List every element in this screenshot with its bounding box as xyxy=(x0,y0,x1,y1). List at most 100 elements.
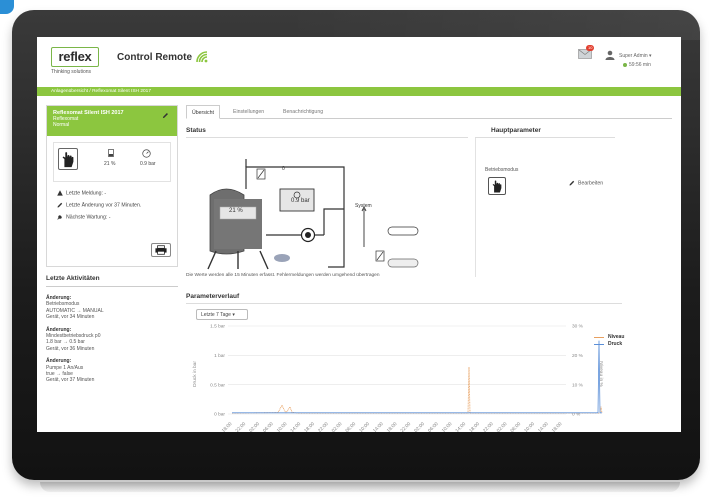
activities-divider xyxy=(46,286,178,287)
activity-line: Gerät, vor 37 Minuten xyxy=(46,377,95,384)
corner-accent xyxy=(0,0,14,14)
user-icon[interactable] xyxy=(605,50,615,60)
printer-icon xyxy=(155,245,167,255)
x-tick-label: 14:00 xyxy=(289,421,302,432)
tab-bar: Übersicht Einstellungen Benachrichtigung xyxy=(186,105,672,119)
y-tick-label-right: 10 % xyxy=(572,382,584,388)
bezel-glare xyxy=(280,10,700,40)
operating-mode-label: Betriebsmodus xyxy=(485,167,519,173)
wrench-icon xyxy=(57,215,62,220)
pressure-gauge-icon xyxy=(142,149,151,158)
diagram-pressure-value: 0.9 bar xyxy=(291,198,310,204)
tab-settings[interactable]: Einstellungen xyxy=(228,105,269,119)
range-select[interactable]: Letzte 7 Tage ▾ xyxy=(196,309,248,320)
brand-logo[interactable]: reflex xyxy=(51,47,99,67)
legend-swatch xyxy=(594,344,604,345)
parameter-history-title: Parameterverlauf xyxy=(186,293,240,300)
last-message-text: Letzte Meldung: - xyxy=(66,190,107,197)
legend-label: Druck xyxy=(608,341,623,347)
next-maintenance-line: Nächste Wartung: - xyxy=(57,214,111,220)
tank-level-icon xyxy=(108,149,114,157)
x-tick-label: 06:00 xyxy=(509,421,522,432)
valve-value: 0 xyxy=(282,166,285,172)
x-tick-label: 22:00 xyxy=(234,421,247,432)
y-tick-label-left: 0.5 bar xyxy=(210,382,225,388)
x-tick-label: 22:00 xyxy=(399,421,412,432)
device-readings: 21 % 0.9 bar xyxy=(53,142,171,182)
y-tick-label-left: 0 bar xyxy=(214,412,225,418)
next-maintenance-text: Nächste Wartung: - xyxy=(66,214,111,221)
vessel-legs xyxy=(207,250,269,270)
y-tick-label-left: 1 bar xyxy=(214,353,225,359)
tab-overview[interactable]: Übersicht xyxy=(186,105,220,119)
device-card-header: Reflexomat Silent ISH 2017 Reflexomat No… xyxy=(47,106,177,136)
main-params-title: Hauptparameter xyxy=(491,127,541,134)
legend-item-niveau[interactable]: Niveau xyxy=(594,334,624,341)
x-tick-label: 14:00 xyxy=(454,421,467,432)
user-menu[interactable]: Super Admin ▾ xyxy=(619,53,652,59)
series-line-niveau xyxy=(231,367,603,414)
diagram-level-value: 21 % xyxy=(229,208,243,214)
tablet-shadow xyxy=(40,482,680,492)
pencil-icon[interactable] xyxy=(162,112,169,119)
system-label: System xyxy=(355,203,372,209)
main-params-divider xyxy=(475,137,615,138)
last-change-text: Letzte Änderung vor 37 Minuten. xyxy=(66,202,142,209)
activity-line: Gerät, vor 36 Minuten xyxy=(46,345,95,352)
signal-icon xyxy=(196,51,208,63)
y-tick-label-left: 1.5 bar xyxy=(210,324,225,330)
list-item: Änderung: Betriebsmodus AUTOMATIC → MANU… xyxy=(46,295,178,321)
y-axis-label-left: Druck in bar xyxy=(192,361,198,387)
pencil-icon xyxy=(569,180,575,186)
x-tick-label: 22:00 xyxy=(482,421,495,432)
session-timer: 59:56 min xyxy=(623,62,651,68)
x-tick-label: 18:00 xyxy=(551,421,564,432)
params-separator xyxy=(475,137,476,277)
list-item: Änderung: Mindestbetriebsdruck p0 1.8 ba… xyxy=(46,327,178,353)
pressure-value: 0.9 bar xyxy=(140,161,156,167)
edit-button[interactable]: Bearbeiten xyxy=(569,180,603,186)
legend-item-druck[interactable]: Druck xyxy=(594,341,624,348)
capsule-bottom xyxy=(387,258,419,268)
print-button[interactable] xyxy=(151,243,171,257)
list-item: Änderung: Pumpe 1 An/Aus true → false Ge… xyxy=(46,358,178,384)
x-tick-label: 18:00 xyxy=(303,421,316,432)
device-mockup: reflex Thinking solutions Control Remote… xyxy=(0,0,710,498)
y-tick-label-right: 20 % xyxy=(572,353,584,359)
last-message-line: Letzte Meldung: - xyxy=(57,190,106,196)
x-tick-label: 02:00 xyxy=(331,421,344,432)
warning-icon xyxy=(57,190,63,196)
operating-mode-button[interactable] xyxy=(488,177,506,195)
x-tick-label: 10:00 xyxy=(358,421,371,432)
legend-label: Niveau xyxy=(608,334,625,340)
activities-title: Letzte Aktivitäten xyxy=(46,275,100,282)
status-divider xyxy=(186,137,468,138)
legend-swatch xyxy=(594,337,604,338)
operating-mode-button[interactable] xyxy=(58,148,78,170)
edit-label: Bearbeiten xyxy=(578,180,604,187)
status-title: Status xyxy=(186,127,206,134)
device-card: Reflexomat Silent ISH 2017 Reflexomat No… xyxy=(46,105,178,267)
activity-line: Gerät, vor 34 Minuten xyxy=(46,314,95,321)
x-tick-label: 02:00 xyxy=(248,421,261,432)
x-tick-label: 02:00 xyxy=(496,421,509,432)
x-tick-label: 22:00 xyxy=(317,421,330,432)
tab-notifications[interactable]: Benachrichtigung xyxy=(278,105,328,119)
x-tick-label: 06:00 xyxy=(262,421,275,432)
x-tick-label: 06:00 xyxy=(427,421,440,432)
x-tick-label: 10:00 xyxy=(276,421,289,432)
breadcrumb[interactable]: Anlagenübersicht / Reflexomat Silent ISH… xyxy=(37,87,681,96)
app-title: Control Remote xyxy=(117,52,192,63)
chart-legend: Niveau Druck xyxy=(594,334,624,348)
drain-capsule xyxy=(274,254,290,262)
system-diagram xyxy=(207,159,419,270)
status-dot-icon xyxy=(623,62,627,67)
x-tick-label: 18:00 xyxy=(468,421,481,432)
device-state: Normal xyxy=(53,122,70,128)
hand-icon xyxy=(492,180,502,193)
parameter-history-divider xyxy=(186,303,622,304)
last-change-line: Letzte Änderung vor 37 Minuten. xyxy=(57,202,141,208)
series-line-druck xyxy=(232,340,602,414)
brand-tagline: Thinking solutions xyxy=(51,69,92,75)
status-note: Die Werte werden alle 15 Minuten erfasst… xyxy=(186,273,380,278)
